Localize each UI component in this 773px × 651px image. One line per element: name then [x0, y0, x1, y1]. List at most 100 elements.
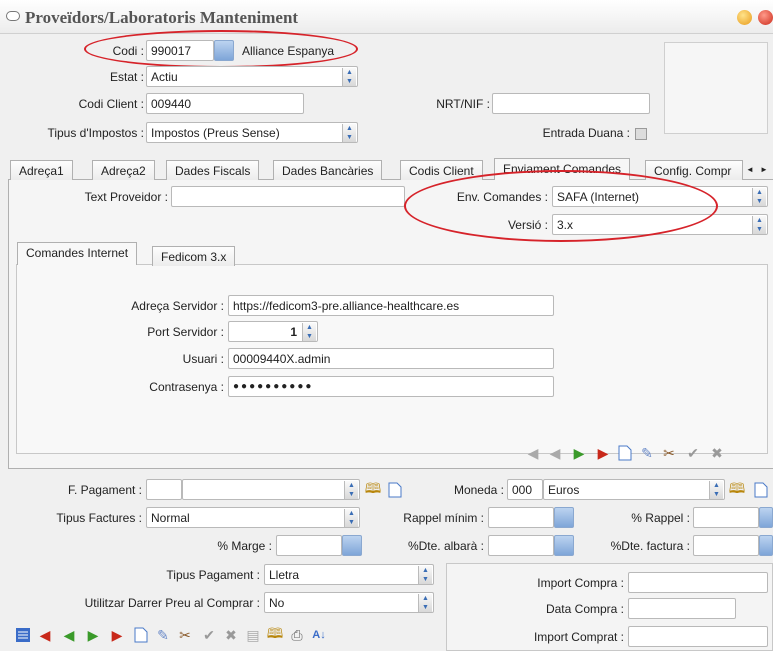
tipus-factures-select[interactable]: Normal ▲ ▼	[146, 507, 360, 528]
previous-record-icon[interactable]: ◀	[546, 444, 564, 462]
f-pagament-select[interactable]: ▲ ▼	[182, 479, 360, 500]
adreca-servidor-input[interactable]: https://fedicom3-pre.alliance-healthcare…	[228, 295, 554, 316]
edit-icon-main[interactable]: ✎	[154, 626, 172, 644]
chevron-updown-icon[interactable]: ▲ ▼	[344, 481, 358, 499]
notes-icon[interactable]: ▤	[244, 626, 262, 644]
usuari-input[interactable]: 00009440X.admin	[228, 348, 554, 369]
highlight-ellipse-env	[404, 170, 718, 242]
port-servidor-label: Port Servidor :	[147, 325, 224, 339]
tab-scroll-right-icon[interactable]: ►	[757, 162, 771, 178]
subtab-comandes-internet[interactable]: Comandes Internet	[17, 242, 138, 265]
dte-factura-button[interactable]	[759, 535, 773, 556]
tipus-pagament-value: Lletra	[269, 568, 300, 582]
next-record-icon[interactable]: ▶	[570, 444, 588, 462]
tipus-impostos-value: Impostos (Preus Sense)	[151, 126, 280, 140]
book-icon-moneda[interactable]: 🕮	[728, 480, 746, 499]
port-servidor-input[interactable]: 1 ▲ ▼	[228, 321, 318, 342]
new-document-icon[interactable]	[616, 444, 634, 462]
book-icon[interactable]: 🕮	[364, 480, 382, 499]
tab-dades-fiscals[interactable]: Dades Fiscals	[166, 160, 260, 180]
utilitzar-label: Utilitzar Darrer Preu al Comprar :	[84, 596, 260, 610]
chevron-updown-icon[interactable]: ▲ ▼	[752, 188, 766, 206]
confirm-icon-main[interactable]: ✔	[200, 626, 218, 644]
dte-albara-input[interactable]	[488, 535, 554, 556]
chevron-updown-icon[interactable]: ▲ ▼	[709, 481, 723, 499]
tab-config-compres[interactable]: Config. Compr	[645, 160, 743, 180]
marge-label: % Marge :	[217, 539, 272, 553]
tipus-impostos-select[interactable]: Impostos (Preus Sense) ▲ ▼	[146, 122, 358, 143]
tipus-pagament-select[interactable]: Lletra ▲ ▼	[264, 564, 434, 585]
tab-adreca2[interactable]: Adreça2	[92, 160, 155, 180]
codi-client-input[interactable]: 009440	[146, 93, 304, 114]
chevron-updown-icon[interactable]: ▲ ▼	[342, 68, 356, 86]
window-menu-icon[interactable]	[6, 11, 20, 21]
moneda-select[interactable]: Euros ▲ ▼	[543, 479, 725, 500]
f-pagament-label: F. Pagament :	[67, 483, 142, 497]
chevron-updown-icon[interactable]: ▲ ▼	[418, 566, 432, 584]
import-comprat-input[interactable]	[628, 626, 768, 647]
cancel-edit-icon[interactable]: ✂	[660, 444, 678, 462]
cancel-edit-icon-main[interactable]: ✂	[176, 626, 194, 644]
highlight-ellipse-codi	[84, 30, 358, 68]
next-record-icon-main[interactable]: ▶	[84, 626, 102, 644]
first-record-icon-main[interactable]: ◀	[36, 626, 54, 644]
first-record-icon[interactable]: ◀	[524, 444, 542, 462]
sort-az-icon[interactable]: A↓	[310, 626, 328, 644]
entrada-duana-checkbox[interactable]	[635, 128, 647, 140]
last-record-icon-main[interactable]: ▶	[108, 626, 126, 644]
moneda-value: Euros	[548, 483, 580, 497]
nrt-label: NRT/NIF :	[436, 97, 490, 111]
marge-button[interactable]	[342, 535, 362, 556]
delete-icon[interactable]: ✖	[708, 444, 726, 462]
moneda-code-input[interactable]: 000	[507, 479, 543, 500]
tipus-factures-value: Normal	[151, 511, 190, 525]
spinner-icon[interactable]: ▲ ▼	[302, 323, 316, 341]
close-icon[interactable]	[758, 10, 773, 25]
data-compra-input[interactable]	[628, 598, 736, 619]
print-icon[interactable]: ⎙	[288, 626, 306, 644]
rappel-minim-input[interactable]	[488, 507, 554, 528]
chevron-updown-icon[interactable]: ▲ ▼	[418, 594, 432, 612]
dte-factura-input[interactable]	[693, 535, 759, 556]
chevron-updown-icon[interactable]: ▲ ▼	[752, 216, 766, 234]
rappel-pct-input[interactable]	[693, 507, 759, 528]
chevron-updown-icon[interactable]: ▲ ▼	[342, 124, 356, 142]
utilitzar-select[interactable]: No ▲ ▼	[264, 592, 434, 613]
new-document-icon-main[interactable]	[132, 626, 150, 644]
rappel-pct-label: % Rappel :	[631, 511, 690, 525]
previous-record-icon-main[interactable]: ◀	[60, 626, 78, 644]
minimize-icon[interactable]	[737, 10, 752, 25]
rappel-minim-button[interactable]	[554, 507, 574, 528]
document-icon[interactable]	[386, 481, 404, 499]
confirm-icon[interactable]: ✔	[684, 444, 702, 462]
edit-icon[interactable]: ✎	[638, 444, 656, 462]
adreca-servidor-label: Adreça Servidor :	[131, 299, 224, 313]
separator	[8, 468, 773, 469]
estat-value: Actiu	[151, 70, 178, 84]
tab-scroll-left-icon[interactable]: ◄	[743, 162, 757, 178]
rappel-pct-button[interactable]	[759, 507, 773, 528]
estat-select[interactable]: Actiu ▲ ▼	[146, 66, 358, 87]
document-icon-moneda[interactable]	[752, 481, 770, 499]
marge-input[interactable]	[276, 535, 342, 556]
subtab-fedicom[interactable]: Fedicom 3.x	[152, 246, 236, 266]
data-compra-label: Data Compra :	[545, 602, 624, 616]
port-servidor-value: 1	[290, 325, 297, 339]
text-proveidor-input[interactable]	[171, 186, 405, 207]
chevron-updown-icon[interactable]: ▲ ▼	[344, 509, 358, 527]
book-icon-main[interactable]: 🕮	[266, 625, 284, 644]
nrt-input[interactable]	[492, 93, 650, 114]
tipus-impostos-label: Tipus d'Impostos :	[47, 126, 144, 140]
list-icon[interactable]	[14, 626, 32, 644]
f-pagament-code-input[interactable]	[146, 479, 182, 500]
tab-dades-bancaries[interactable]: Dades Bancàries	[273, 160, 383, 180]
codi-client-label: Codi Client :	[78, 97, 144, 111]
delete-icon-main[interactable]: ✖	[222, 626, 240, 644]
import-compra-input[interactable]	[628, 572, 768, 593]
tab-adreca1[interactable]: Adreça1	[10, 160, 73, 180]
moneda-label: Moneda :	[453, 483, 504, 497]
last-record-icon[interactable]: ▶	[594, 444, 612, 462]
contrasenya-input[interactable]: ●●●●●●●●●●	[228, 376, 554, 397]
usuari-label: Usuari :	[182, 352, 224, 366]
dte-albara-button[interactable]	[554, 535, 574, 556]
